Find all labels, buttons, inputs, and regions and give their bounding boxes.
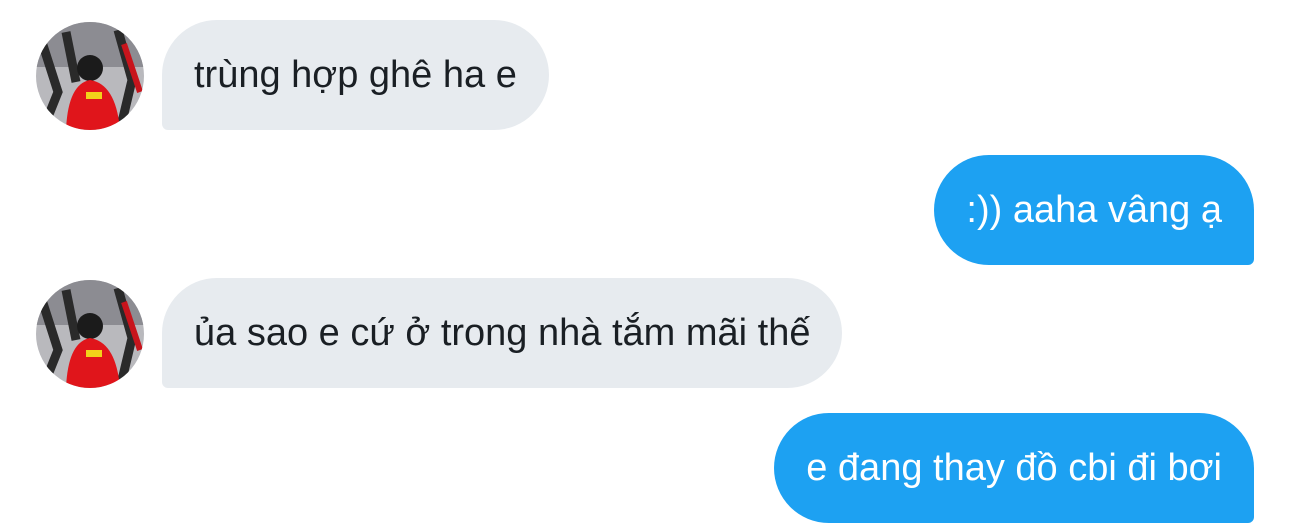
message-text: :)) aaha vâng ạ bbox=[966, 189, 1222, 231]
message-bubble-received[interactable]: ủa sao e cứ ở trong nhà tắm mãi thế bbox=[162, 278, 843, 388]
message-bubble-sent[interactable]: e đang thay đồ cbi đi bơi bbox=[774, 413, 1254, 523]
avatar[interactable] bbox=[36, 22, 144, 130]
message-bubble-sent[interactable]: :)) aaha vâng ạ bbox=[934, 155, 1254, 265]
avatar-photo bbox=[36, 22, 144, 130]
message-text: trùng hợp ghê ha e bbox=[194, 54, 517, 96]
message-text: e đang thay đồ cbi đi bơi bbox=[806, 447, 1222, 489]
message-text: ủa sao e cứ ở trong nhà tắm mãi thế bbox=[194, 312, 811, 354]
avatar-photo bbox=[36, 280, 144, 388]
avatar[interactable] bbox=[36, 280, 144, 388]
message-bubble-received[interactable]: trùng hợp ghê ha e bbox=[162, 20, 549, 130]
